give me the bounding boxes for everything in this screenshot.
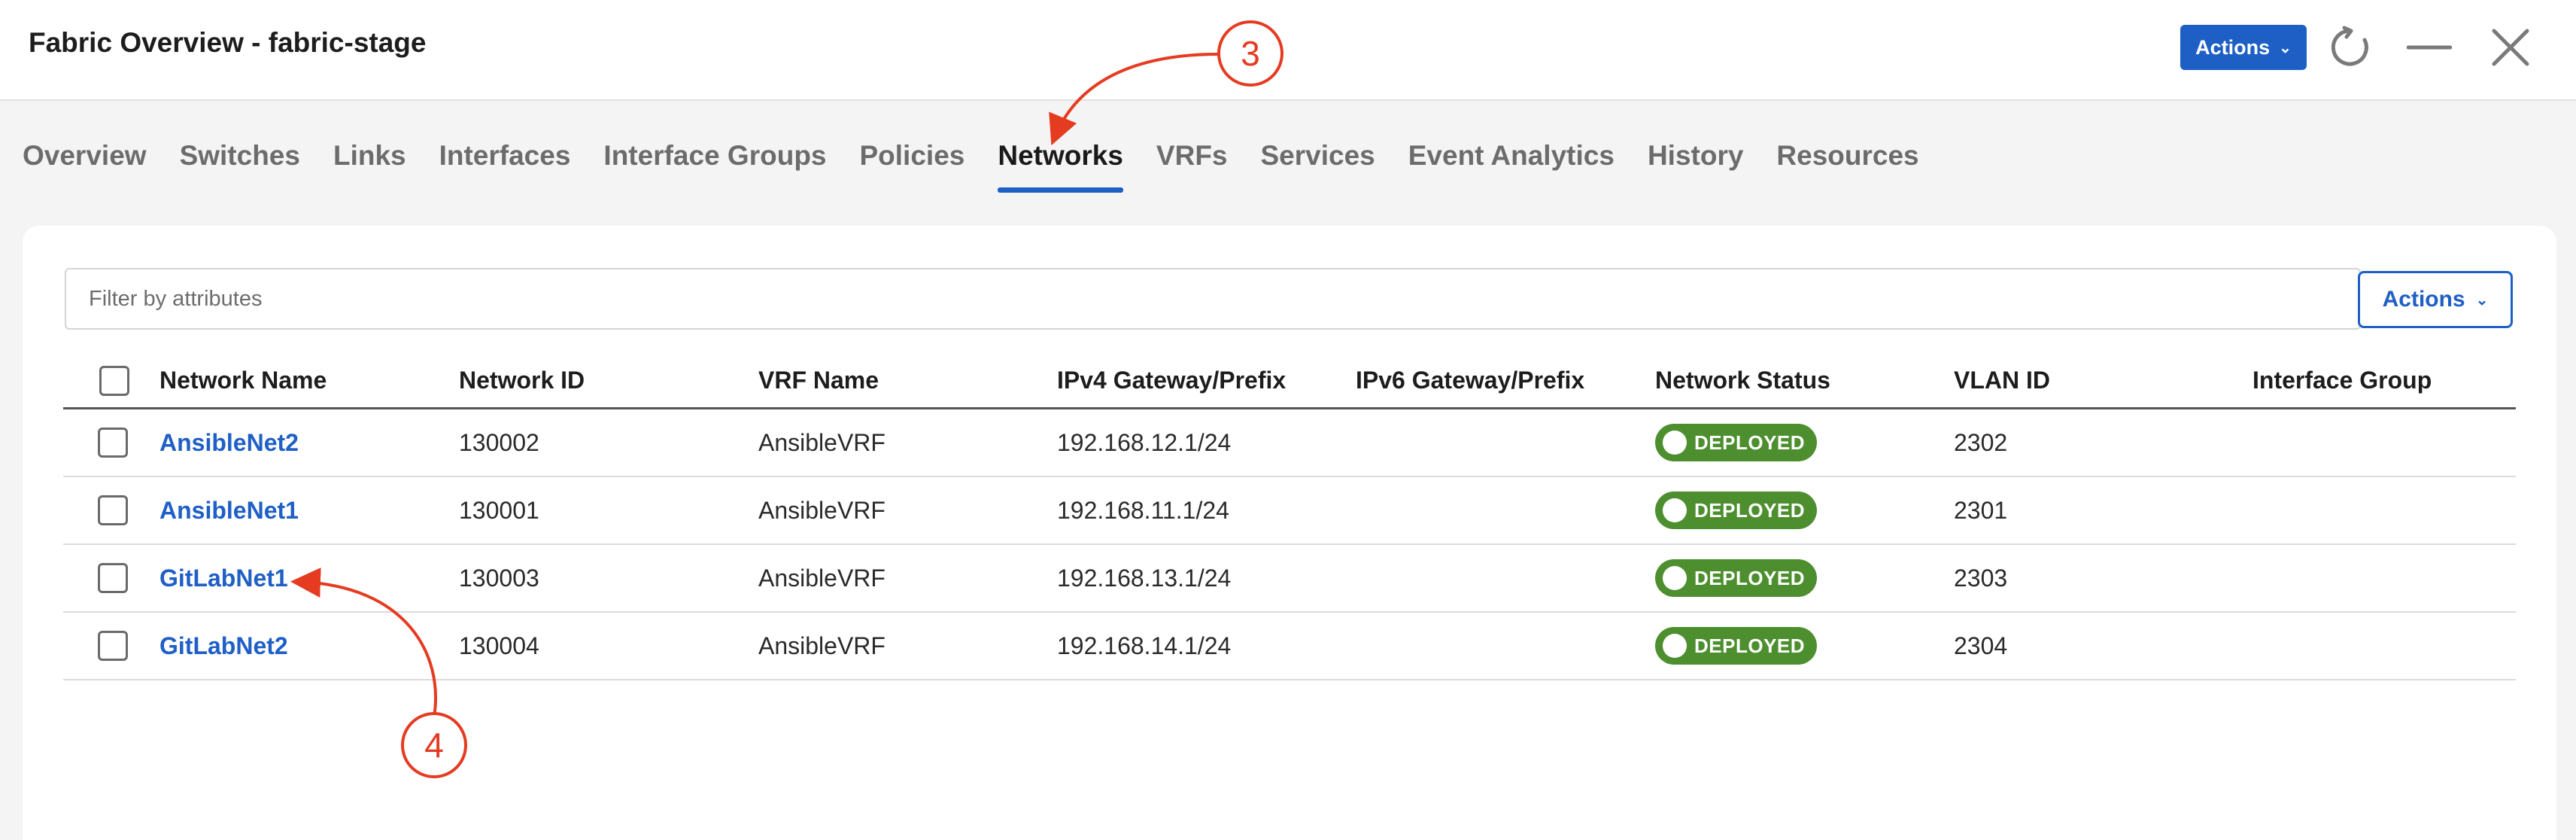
column-header[interactable]: Network ID (459, 354, 585, 407)
network-name-cell: AnsibleNet2 (159, 409, 299, 476)
tab-history[interactable]: History (1648, 140, 1743, 193)
minimize-icon[interactable] (2404, 23, 2454, 72)
ipv4-cell: 192.168.12.1/24 (1057, 428, 1232, 456)
table-actions-label: Actions (2382, 287, 2465, 312)
header-actions-button[interactable]: Actions ⌄ (2180, 25, 2307, 70)
vlan-id-cell: 2303 (1954, 564, 2008, 592)
table-row[interactable]: GitLabNet2 130004 AnsibleVRF 192.168.14.… (63, 613, 2516, 680)
status-badge: DEPLOYED (1655, 492, 1818, 529)
column-header[interactable]: IPv4 Gateway/Prefix (1057, 354, 1286, 407)
network-id-cell: 130001 (459, 496, 539, 524)
callout-marker-3: 3 (1217, 20, 1283, 87)
vlan-id-cell: 2302 (1954, 428, 2008, 456)
network-name-cell: GitLabNet1 (159, 545, 288, 611)
header-actions-label: Actions (2195, 35, 2271, 59)
status-toggle-icon (1663, 634, 1687, 658)
status-toggle-icon (1663, 431, 1687, 455)
column-header[interactable]: Interface Group (2252, 354, 2432, 407)
network-id-cell: 130002 (459, 428, 539, 456)
filter-input[interactable] (65, 268, 2361, 330)
tab-resources[interactable]: Resources (1776, 140, 1918, 193)
network-id-cell: 130003 (459, 564, 539, 592)
network-name-link[interactable]: AnsibleNet2 (159, 429, 299, 457)
vrf-name-cell: AnsibleVRF (758, 496, 886, 524)
column-header[interactable]: Network Status (1655, 354, 1830, 407)
network-status-cell: DEPLOYED (1655, 477, 1818, 543)
table-header-row: Network Name Network ID VRF Name IPv4 Ga… (63, 354, 2516, 409)
networks-table: Network Name Network ID VRF Name IPv4 Ga… (63, 354, 2516, 680)
table-actions-button[interactable]: Actions ⌄ (2358, 271, 2513, 328)
row-checkbox[interactable] (98, 428, 128, 458)
select-all-cell (99, 354, 129, 407)
chevron-down-icon: ⌄ (2475, 291, 2489, 309)
window-header: Fabric Overview - fabric-stage Actions ⌄ (0, 0, 2576, 101)
tab-networks[interactable]: Networks (998, 140, 1123, 193)
network-name-cell: GitLabNet2 (159, 613, 288, 679)
tab-services[interactable]: Services (1261, 140, 1375, 193)
status-toggle-icon (1663, 498, 1687, 522)
vrf-name-cell: AnsibleVRF (758, 428, 886, 456)
tab-interfaces[interactable]: Interfaces (439, 140, 571, 193)
status-text: DEPLOYED (1694, 634, 1806, 657)
row-select-cell (98, 613, 128, 679)
refresh-icon[interactable] (2325, 23, 2374, 72)
vrf-name-cell: AnsibleVRF (758, 564, 886, 592)
tab-event-analytics[interactable]: Event Analytics (1408, 140, 1615, 193)
row-checkbox[interactable] (98, 495, 128, 525)
status-toggle-icon (1663, 566, 1687, 590)
tab-policies[interactable]: Policies (860, 140, 965, 193)
table-row[interactable]: AnsibleNet1 130001 AnsibleVRF 192.168.11… (63, 477, 2516, 545)
chevron-down-icon: ⌄ (2279, 39, 2292, 56)
close-icon[interactable] (2486, 23, 2535, 72)
tab-bar: Overview Switches Links Interfaces Inter… (23, 140, 1919, 193)
network-name-link[interactable]: AnsibleNet1 (159, 497, 299, 525)
status-badge: DEPLOYED (1655, 424, 1818, 461)
vlan-id-cell: 2304 (1954, 632, 2008, 659)
vlan-id-cell: 2301 (1954, 496, 2008, 524)
table-row[interactable]: GitLabNet1 130003 AnsibleVRF 192.168.13.… (63, 545, 2516, 613)
window-title: Fabric Overview - fabric-stage (29, 27, 427, 58)
column-header[interactable]: Network Name (159, 354, 327, 407)
status-text: DEPLOYED (1694, 431, 1806, 454)
status-text: DEPLOYED (1694, 566, 1806, 589)
network-status-cell: DEPLOYED (1655, 613, 1818, 679)
tab-links[interactable]: Links (333, 140, 406, 193)
table-row[interactable]: AnsibleNet2 130002 AnsibleVRF 192.168.12… (63, 409, 2516, 477)
tab-interface-groups[interactable]: Interface Groups (603, 140, 826, 193)
vrf-name-cell: AnsibleVRF (758, 632, 886, 659)
row-checkbox[interactable] (98, 631, 128, 661)
tab-overview[interactable]: Overview (23, 140, 147, 193)
column-header[interactable]: IPv6 Gateway/Prefix (1356, 354, 1584, 407)
status-badge: DEPLOYED (1655, 559, 1818, 597)
callout-marker-4: 4 (401, 712, 467, 778)
status-badge: DEPLOYED (1655, 627, 1818, 665)
network-name-link[interactable]: GitLabNet1 (159, 565, 288, 592)
column-header[interactable]: VLAN ID (1954, 354, 2050, 407)
status-text: DEPLOYED (1694, 498, 1806, 522)
row-select-cell (98, 545, 128, 611)
tab-switches[interactable]: Switches (180, 140, 300, 193)
network-status-cell: DEPLOYED (1655, 545, 1818, 611)
row-checkbox[interactable] (98, 563, 128, 593)
row-select-cell (98, 477, 128, 543)
ipv4-cell: 192.168.14.1/24 (1057, 632, 1232, 659)
row-select-cell (98, 409, 128, 476)
network-id-cell: 130004 (459, 632, 539, 659)
network-status-cell: DEPLOYED (1655, 409, 1818, 476)
column-header[interactable]: VRF Name (758, 354, 879, 407)
network-name-link[interactable]: GitLabNet2 (159, 632, 288, 660)
select-all-checkbox[interactable] (99, 365, 129, 396)
ipv4-cell: 192.168.13.1/24 (1057, 564, 1232, 592)
network-name-cell: AnsibleNet1 (159, 477, 299, 543)
tab-vrfs[interactable]: VRFs (1156, 140, 1228, 193)
ipv4-cell: 192.168.11.1/24 (1057, 496, 1229, 524)
